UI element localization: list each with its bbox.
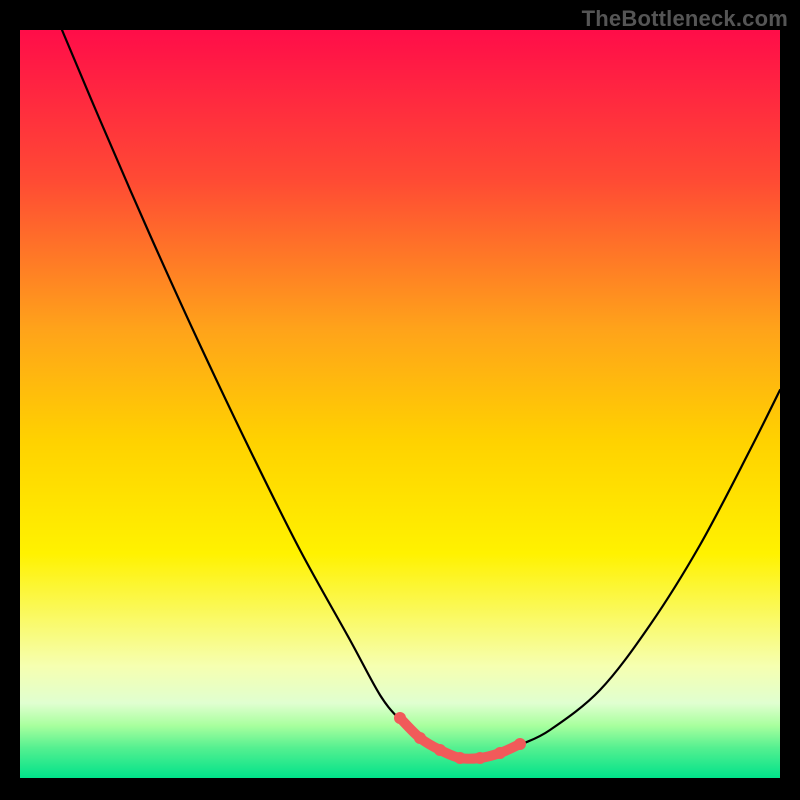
flat-zone-dot (514, 738, 526, 750)
flat-zone-dot (434, 744, 446, 756)
flat-zone-dot (414, 732, 426, 744)
bottleneck-curve-chart (0, 0, 800, 800)
chart-container: TheBottleneck.com (0, 0, 800, 800)
gradient-background (20, 30, 780, 778)
flat-zone-dot (394, 712, 406, 724)
flat-zone-dot (494, 747, 506, 759)
watermark-label: TheBottleneck.com (582, 6, 788, 32)
flat-zone-dot (454, 752, 466, 764)
flat-zone-dot (474, 752, 486, 764)
